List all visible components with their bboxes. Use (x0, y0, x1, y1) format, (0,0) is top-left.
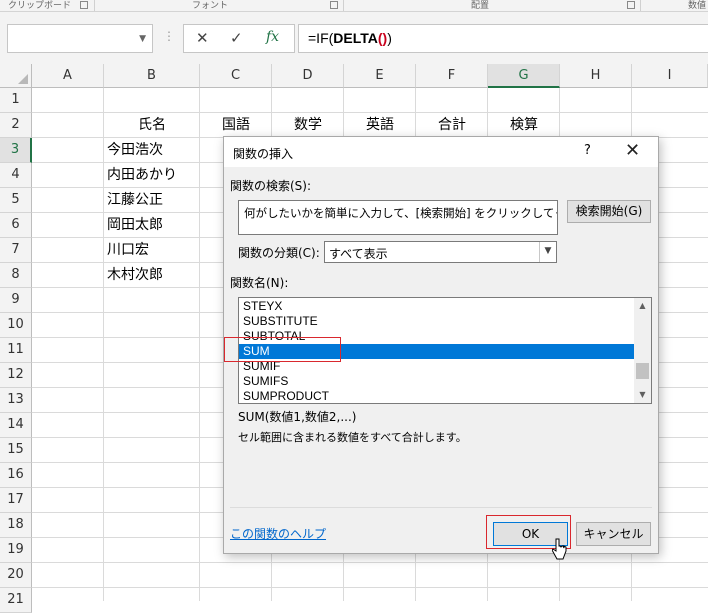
row-header-12[interactable]: 12 (0, 363, 32, 388)
row-header-15[interactable]: 15 (0, 438, 32, 463)
resize-handle-icon[interactable]: ⋮ (163, 29, 175, 43)
column-header-i[interactable]: I (632, 64, 708, 88)
cell-b8[interactable]: 木村次郎 (107, 263, 163, 288)
annotation-highlight (224, 337, 341, 362)
scroll-down-icon[interactable]: ▼ (634, 387, 651, 403)
close-icon[interactable]: ✕ (625, 140, 640, 161)
cell-b4[interactable]: 内田あかり (107, 163, 177, 188)
column-header-e[interactable]: E (344, 64, 416, 88)
list-item[interactable]: SUMIFS (239, 374, 634, 389)
formula-function-name: DELTA (333, 30, 378, 46)
list-scrollbar[interactable]: ▲ ▼ (634, 298, 651, 403)
column-header-d[interactable]: D (272, 64, 344, 88)
row-header-10[interactable]: 10 (0, 313, 32, 338)
row-header-8[interactable]: 8 (0, 263, 32, 288)
formula-input[interactable]: =IF(DELTA()) (298, 24, 708, 53)
cell-b5[interactable]: 江藤公正 (107, 188, 163, 213)
cell-g2[interactable]: 検算 (488, 113, 560, 138)
ribbon-separator (343, 0, 344, 11)
ribbon-strip: クリップボード フォント 配置 数値 (0, 0, 708, 12)
function-description: セル範囲に含まれる数値をすべて合計します。 (238, 431, 467, 444)
function-search-input[interactable]: 何がしたいかを簡単に入力して、[検索開始] をクリックしてください。 (238, 200, 558, 235)
column-header-g[interactable]: G (488, 64, 560, 88)
dialog-launcher-icon[interactable] (330, 1, 338, 9)
divider (230, 507, 652, 508)
column-header-f[interactable]: F (416, 64, 488, 88)
function-syntax: SUM(数値1,数値2,...) (238, 410, 357, 424)
cell-b3[interactable]: 今田浩次 (107, 138, 163, 163)
row-header-6[interactable]: 6 (0, 213, 32, 238)
scroll-thumb[interactable] (636, 363, 649, 379)
row-header-13[interactable]: 13 (0, 388, 32, 413)
column-header-h[interactable]: H (560, 64, 632, 88)
select-all-button[interactable] (0, 64, 32, 88)
dialog-launcher-icon[interactable] (627, 1, 635, 9)
function-help-link[interactable]: この関数のヘルプ (230, 525, 326, 542)
gridline (103, 88, 104, 601)
row-header-7[interactable]: 7 (0, 238, 32, 263)
name-box[interactable]: ▼ (7, 24, 153, 53)
formula-parens: () (377, 30, 388, 46)
ribbon-group-alignment: 配置 (471, 1, 490, 11)
formula-buttons: ✕ ✓ fx (183, 24, 295, 53)
ribbon-group-clipboard: クリップボード (8, 1, 72, 11)
formula-prefix: =IF( (308, 30, 334, 46)
category-value: すべて表示 (329, 247, 388, 261)
mouse-cursor-icon (552, 538, 567, 560)
row-header-14[interactable]: 14 (0, 413, 32, 438)
cell-c2[interactable]: 国語 (200, 113, 272, 138)
list-item[interactable]: STEYX (239, 299, 634, 314)
category-label: 関数の分類(C): (238, 246, 320, 260)
column-header-c[interactable]: C (200, 64, 272, 88)
gridline (32, 587, 708, 588)
cell-b2[interactable]: 氏名 (104, 113, 200, 138)
cancel-button[interactable]: キャンセル (576, 522, 651, 546)
row-header-1[interactable]: 1 (0, 88, 32, 113)
gridline (199, 88, 200, 601)
row-header-2[interactable]: 2 (0, 113, 32, 138)
search-start-button[interactable]: 検索開始(G) (567, 200, 651, 223)
scroll-up-icon[interactable]: ▲ (634, 298, 651, 314)
cancel-icon[interactable]: ✕ (196, 29, 209, 47)
ribbon-group-font: フォント (192, 1, 229, 11)
chevron-down-icon[interactable]: ▼ (539, 242, 556, 262)
cell-b6[interactable]: 岡田太郎 (107, 213, 163, 238)
dialog-title: 関数の挿入 (233, 147, 294, 161)
row-header-16[interactable]: 16 (0, 463, 32, 488)
row-header-9[interactable]: 9 (0, 288, 32, 313)
row-header-11[interactable]: 11 (0, 338, 32, 363)
row-header-17[interactable]: 17 (0, 488, 32, 513)
row-header-20[interactable]: 20 (0, 563, 32, 588)
dialog-titlebar[interactable]: 関数の挿入 ? ✕ (224, 137, 658, 167)
row-header-3[interactable]: 3 (0, 138, 32, 163)
column-header-a[interactable]: A (32, 64, 104, 88)
list-item[interactable]: SUBSTITUTE (239, 314, 634, 329)
row-header-19[interactable]: 19 (0, 538, 32, 563)
list-item[interactable]: SUMPRODUCT (239, 389, 634, 403)
ribbon-separator (94, 0, 95, 11)
gridline (32, 562, 708, 563)
row-header-5[interactable]: 5 (0, 188, 32, 213)
function-name-label: 関数名(N): (230, 276, 289, 290)
chevron-down-icon[interactable]: ▼ (139, 34, 146, 44)
search-label: 関数の検索(S): (230, 179, 312, 193)
cell-d2[interactable]: 数学 (272, 113, 344, 138)
formula-bar: ▼ ⋮ ✕ ✓ fx =IF(DELTA()) (0, 12, 708, 64)
row-header-4[interactable]: 4 (0, 163, 32, 188)
enter-icon[interactable]: ✓ (230, 29, 243, 47)
insert-function-dialog: 関数の挿入 ? ✕ 関数の検索(S): 何がしたいかを簡単に入力して、[検索開始… (223, 136, 659, 554)
column-header-b[interactable]: B (104, 64, 200, 88)
help-icon[interactable]: ? (584, 143, 591, 158)
cell-f2[interactable]: 合計 (416, 113, 488, 138)
ribbon-group-number: 数値 (688, 1, 707, 11)
cell-b7[interactable]: 川口宏 (107, 238, 149, 263)
insert-function-icon[interactable]: fx (266, 29, 279, 45)
category-select[interactable]: すべて表示 ▼ (324, 241, 557, 263)
formula-suffix: ) (387, 30, 392, 46)
cell-e2[interactable]: 英語 (344, 113, 416, 138)
row-header-18[interactable]: 18 (0, 513, 32, 538)
ribbon-separator (640, 0, 641, 11)
dialog-launcher-icon[interactable] (80, 1, 88, 9)
